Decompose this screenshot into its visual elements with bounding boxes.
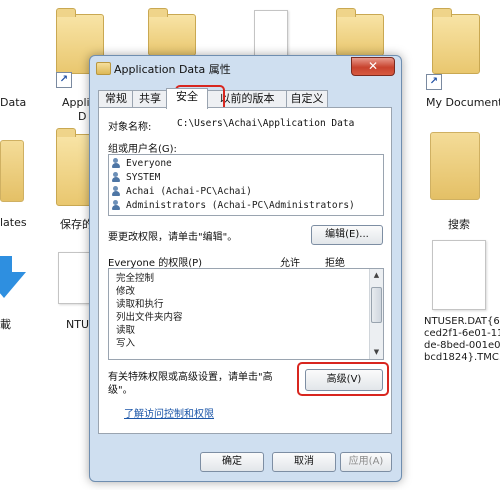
user-name: Everyone — [126, 158, 172, 169]
object-name-value: C:\Users\Achai\Application Data — [177, 118, 355, 129]
object-name-label: 对象名称: — [108, 122, 152, 133]
user-icon — [112, 186, 124, 197]
list-item[interactable]: Administrators (Achai-PC\Administrators) — [112, 200, 355, 214]
tab-previous-versions[interactable]: 以前的版本 — [206, 90, 288, 108]
desktop-label-my-documents[interactable]: My Documents — [426, 96, 500, 109]
user-group-icon — [112, 172, 124, 183]
permission-row: 读取和执行 — [116, 299, 164, 310]
tab-sharing[interactable]: 共享 — [132, 90, 168, 108]
advanced-button[interactable]: 高级(V) — [305, 369, 383, 391]
permission-row: 列出文件夹内容 — [116, 312, 183, 323]
access-control-help-link[interactable]: 了解访问控制和权限 — [124, 405, 214, 420]
permissions-list[interactable]: 完全控制 修改 读取和执行 列出文件夹内容 读取 写入 ▲ ▼ — [108, 268, 384, 360]
permission-row: 修改 — [116, 286, 136, 297]
advanced-hint-line1: 有关特殊权限或高级设置，请单击"高 — [108, 372, 273, 383]
cancel-button[interactable]: 取消 — [272, 452, 336, 472]
user-group-icon — [112, 158, 124, 169]
desktop-label-application-line2[interactable]: D — [78, 110, 86, 123]
list-item[interactable]: SYSTEM — [112, 172, 160, 186]
folder-icon[interactable] — [0, 140, 24, 202]
edit-button[interactable]: 编辑(E)... — [311, 225, 383, 245]
desktop-label-ntuser[interactable]: NTUSER.DAT{6c ced2f1-6e01-11 de-8bed-001… — [424, 316, 500, 364]
desktop-label-search[interactable]: 搜索 — [448, 216, 470, 232]
folder-icon[interactable] — [336, 8, 384, 56]
folder-icon[interactable] — [148, 8, 196, 56]
apply-button[interactable]: 应用(A) — [340, 452, 392, 472]
properties-dialog: Application Data 属性 ✕ 常规 共享 安全 以前的版本 自定义… — [89, 55, 402, 482]
ntuser-line: de-8bed-001e0 — [424, 340, 500, 351]
file-icon[interactable] — [58, 252, 90, 304]
list-item[interactable]: Achai (Achai-PC\Achai) — [112, 186, 252, 200]
file-icon[interactable] — [432, 240, 486, 310]
security-panel: 对象名称: C:\Users\Achai\Application Data 组或… — [98, 107, 392, 434]
permission-row: 写入 — [116, 338, 136, 349]
user-name: Administrators (Achai-PC\Administrators) — [126, 200, 355, 211]
close-button[interactable]: ✕ — [351, 57, 395, 76]
shortcut-arrow-icon: ↗ — [426, 74, 442, 90]
desktop-label-application[interactable]: Appli — [62, 96, 90, 109]
user-name: Achai (Achai-PC\Achai) — [126, 186, 252, 197]
ok-button[interactable]: 确定 — [200, 452, 264, 472]
user-name: SYSTEM — [126, 172, 161, 183]
file-icon[interactable] — [254, 10, 288, 56]
tab-customize[interactable]: 自定义 — [286, 90, 328, 108]
search-folder-icon[interactable] — [430, 132, 480, 200]
ntuser-line: ced2f1-6e01-11 — [424, 328, 500, 339]
download-arrow-icon[interactable] — [0, 272, 26, 298]
tab-security[interactable]: 安全 — [166, 88, 208, 109]
folder-icon[interactable] — [432, 8, 480, 74]
desktop-label-partial[interactable]: 載 — [0, 316, 11, 332]
permission-row: 读取 — [116, 325, 136, 336]
advanced-hint-line2: 级"。 — [108, 385, 133, 396]
allow-header: 允许 — [280, 258, 300, 269]
ntuser-line: bcd1824}.TMC... — [424, 352, 500, 363]
list-item[interactable]: Everyone — [112, 158, 172, 172]
scroll-thumb[interactable] — [371, 287, 382, 323]
tab-general[interactable]: 常规 — [98, 90, 134, 108]
permission-row: 完全控制 — [116, 273, 155, 284]
permissions-scrollbar[interactable]: ▲ ▼ — [369, 269, 383, 359]
group-label: 组或用户名(G): — [108, 144, 177, 155]
scroll-down-icon[interactable]: ▼ — [370, 346, 383, 359]
dialog-title: Application Data 属性 — [114, 63, 231, 76]
shortcut-arrow-icon: ↗ — [56, 72, 72, 88]
users-list[interactable]: Everyone SYSTEM Achai (Achai-PC\Achai) A… — [108, 154, 384, 216]
dialog-titlebar[interactable]: Application Data 属性 ✕ — [90, 56, 401, 80]
permissions-header: Everyone 的权限(P) — [108, 258, 203, 269]
desktop-label-data[interactable]: Data — [0, 96, 26, 109]
desktop-label-templates[interactable]: lates — [0, 216, 27, 229]
ntuser-line: NTUSER.DAT{6c — [424, 316, 500, 327]
scroll-up-icon[interactable]: ▲ — [370, 269, 383, 282]
folder-icon — [96, 62, 111, 75]
user-group-icon — [112, 200, 124, 211]
download-arrow-stem — [0, 256, 12, 272]
desktop-label-ntu[interactable]: NTU — [66, 318, 89, 331]
change-hint: 要更改权限，请单击"编辑"。 — [108, 232, 238, 243]
deny-header: 拒绝 — [325, 258, 345, 269]
